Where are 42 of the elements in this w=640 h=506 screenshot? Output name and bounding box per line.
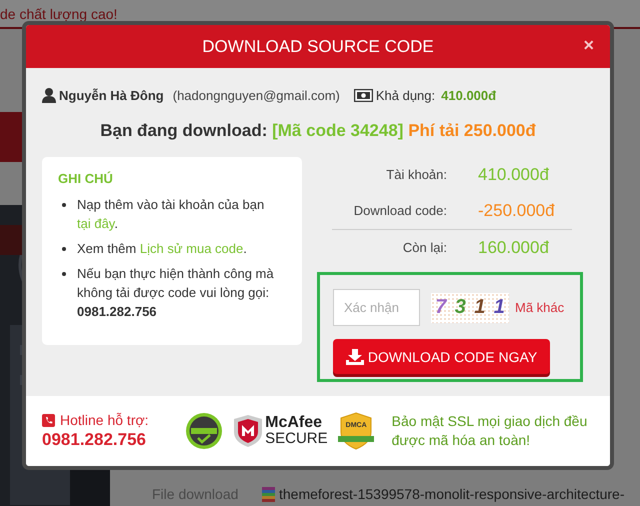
notes-title: GHI CHÚ	[58, 171, 114, 186]
note-text: Xem thêm Lịch sử mua code.	[77, 240, 247, 258]
hotline-number: 0981.282.756	[42, 430, 147, 450]
hotline-label: Hotline hỗ trợ:	[60, 412, 149, 428]
modal-title: DOWNLOAD SOURCE CODE	[202, 36, 434, 56]
code-id: [Mã code 34248]	[272, 121, 404, 140]
close-button[interactable]: ×	[583, 35, 594, 56]
captcha-char: 7	[435, 296, 446, 319]
banknote-icon	[354, 88, 373, 102]
captcha-input[interactable]: Xác nhận	[333, 289, 420, 326]
refresh-captcha-link[interactable]: Mã khác	[515, 300, 564, 315]
summary-value: -250.000đ	[478, 200, 556, 222]
download-button[interactable]: DOWNLOAD CODE NGAY	[333, 339, 550, 374]
note-link[interactable]: Lịch sử mua code	[140, 241, 244, 256]
balance-label: Khả dụng:	[376, 88, 436, 102]
download-label: Bạn đang download:	[100, 121, 268, 140]
user-icon	[42, 88, 56, 102]
balance-value: 410.000đ	[441, 88, 496, 102]
download-fee: Phí tải 250.000đ	[408, 121, 536, 140]
note-text: Nạp thêm vào tài khoản của bạn tại đây.	[77, 196, 266, 233]
summary-label: Tài khoản:	[385, 166, 447, 184]
ssl-security-badge-icon	[185, 412, 224, 450]
tagline-text: de chất lượng cao!	[0, 6, 118, 22]
brand-subtitle: SECURE	[265, 431, 328, 447]
summary-label: Download code:	[352, 202, 447, 220]
captcha-char: 1	[474, 296, 486, 319]
user-name: Nguyễn Hà Đông	[59, 88, 164, 102]
archive-icon	[262, 486, 275, 502]
ssl-note: Bảo mật SSL mọi giao dịch đều được mã hóa an toàn!	[392, 412, 588, 450]
phone-icon	[42, 414, 55, 426]
shield-icon	[233, 414, 264, 448]
captcha-char: 3	[454, 296, 466, 319]
note-text: Nếu bạn thực hiện thành công mà không tải được code vui lòng gọi: 0981.282.756	[77, 265, 275, 321]
note-link[interactable]: tại đây	[77, 216, 114, 231]
file-link[interactable]: themeforest-15399578-monolit-responsive-architecture-	[279, 486, 625, 502]
download-icon	[346, 348, 364, 364]
summary-value: 160.000đ	[478, 237, 550, 259]
user-email: (hadongnguyen@gmail.com)	[172, 88, 340, 102]
summary-value: 410.000đ	[478, 164, 550, 186]
captcha-char: 1	[494, 296, 505, 319]
summary-label: Còn lại:	[402, 239, 447, 257]
brand-name: McAfee	[265, 415, 324, 431]
